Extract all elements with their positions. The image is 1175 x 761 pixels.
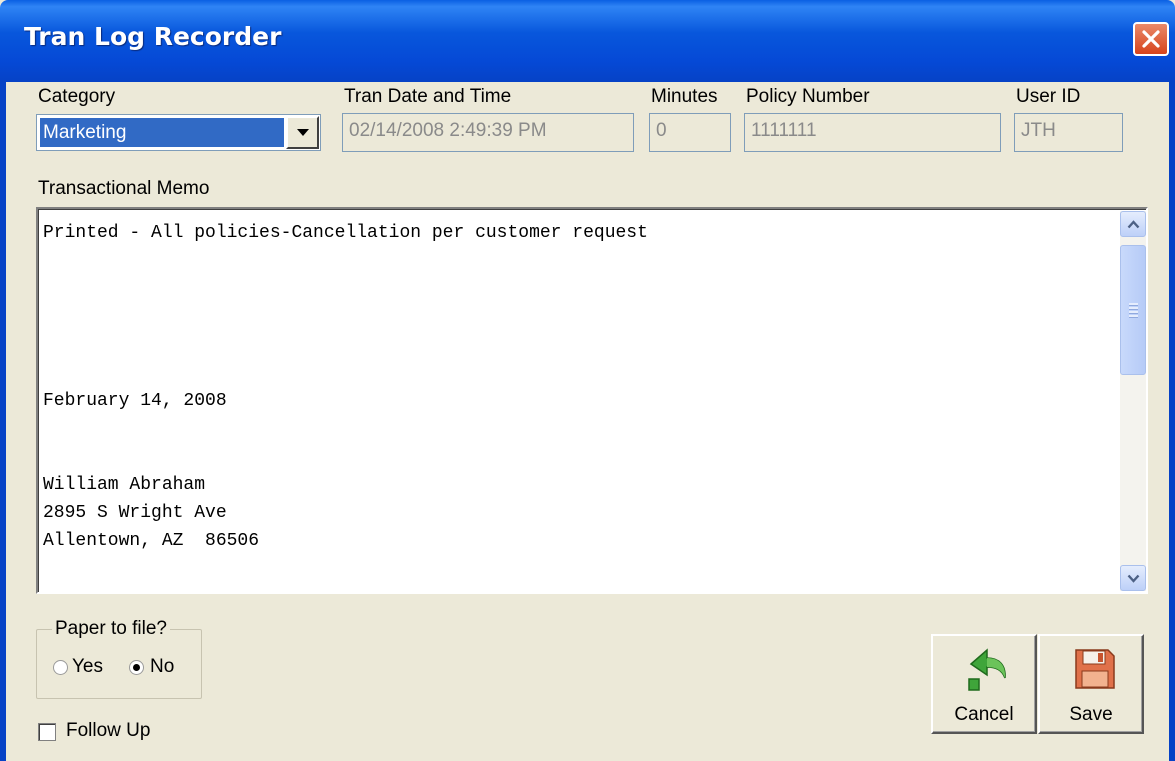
memo-vertical-scrollbar[interactable]: [1120, 211, 1146, 591]
save-button[interactable]: Save: [1038, 634, 1144, 734]
follow-up-checkbox[interactable]: [38, 723, 56, 741]
scroll-thumb[interactable]: [1120, 245, 1146, 375]
close-button[interactable]: [1133, 22, 1169, 56]
tran-datetime-field[interactable]: 02/14/2008 2:49:39 PM: [342, 113, 634, 152]
user-id-field[interactable]: JTH: [1014, 113, 1123, 152]
category-label: Category: [38, 86, 116, 107]
category-value: Marketing: [39, 117, 285, 148]
paper-to-file-no-label[interactable]: No: [150, 656, 174, 678]
floppy-disk-icon: [1075, 649, 1115, 689]
follow-up-label[interactable]: Follow Up: [66, 720, 150, 742]
tran-datetime-label: Tran Date and Time: [344, 86, 512, 107]
transactional-memo-label: Transactional Memo: [38, 178, 210, 199]
save-button-label: Save: [1069, 704, 1113, 725]
cancel-button-label: Cancel: [954, 704, 1014, 725]
category-dropdown[interactable]: Marketing: [36, 114, 321, 151]
paper-to-file-yes-radio[interactable]: [53, 660, 68, 675]
policy-number-field[interactable]: 1111111: [744, 113, 1001, 152]
paper-to-file-yes-label[interactable]: Yes: [72, 656, 103, 678]
minutes-label: Minutes: [651, 86, 718, 107]
chevron-down-icon: [297, 129, 309, 136]
memo-text[interactable]: Printed - All policies-Cancellation per …: [43, 219, 1113, 589]
radio-selected-dot: [133, 664, 140, 671]
window-border-right: [1169, 82, 1175, 761]
chevron-up-icon: [1127, 220, 1140, 229]
transactional-memo-textarea[interactable]: Printed - All policies-Cancellation per …: [36, 207, 1148, 594]
scroll-down-button[interactable]: [1120, 565, 1146, 591]
scroll-up-button[interactable]: [1120, 211, 1146, 237]
minutes-field[interactable]: 0: [649, 113, 731, 152]
cancel-button[interactable]: Cancel: [931, 634, 1037, 734]
user-id-label: User ID: [1016, 86, 1081, 107]
title-bar[interactable]: Tran Log Recorder: [0, 0, 1175, 82]
close-icon: [1142, 30, 1160, 48]
chevron-down-icon: [1127, 574, 1140, 583]
paper-to-file-label: Paper to file?: [52, 618, 170, 640]
policy-number-label: Policy Number: [746, 86, 870, 107]
undo-arrow-icon: [968, 648, 1006, 691]
paper-to-file-no-radio[interactable]: [129, 660, 144, 675]
window-title: Tran Log Recorder: [24, 22, 282, 51]
category-dropdown-button[interactable]: [286, 116, 319, 149]
tran-log-recorder-window: Tran Log Recorder Category Tran Date and…: [0, 0, 1175, 761]
